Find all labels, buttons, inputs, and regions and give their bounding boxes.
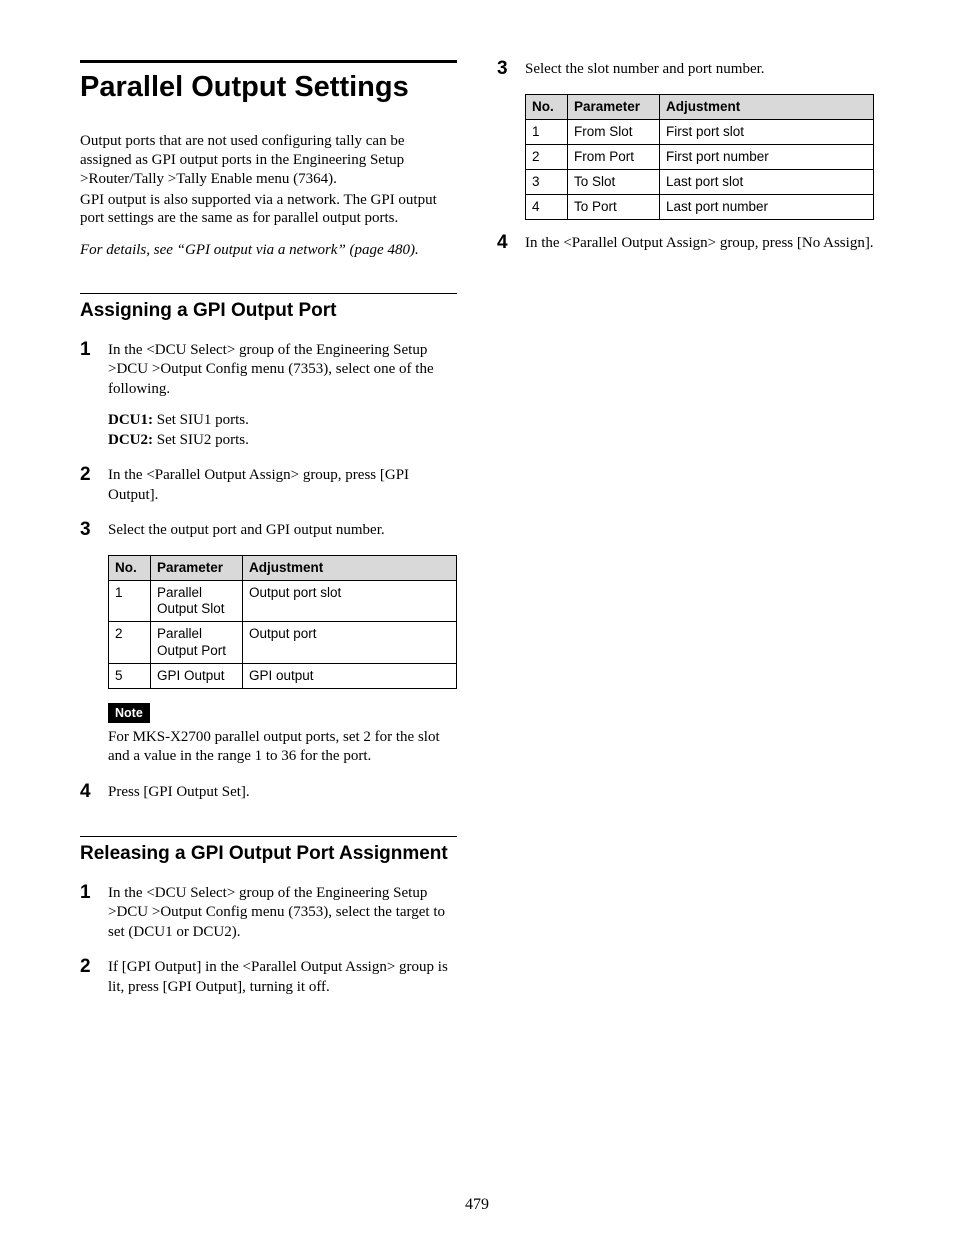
cell-no: 4 — [526, 195, 568, 220]
assign-step-4: Press [GPI Output Set]. — [80, 783, 457, 803]
note-label: Note — [108, 703, 150, 723]
table-row: 1 Parallel Output Slot Output port slot — [109, 581, 457, 622]
cell-adj: Last port slot — [660, 170, 874, 195]
cross-reference: For details, see “GPI output via a netwo… — [80, 242, 457, 259]
table-row: 5 GPI Output GPI output — [109, 663, 457, 688]
dcu2-text: Set SIU2 ports. — [153, 432, 249, 448]
release-param-table: No. Parameter Adjustment 1 From Slot Fir… — [525, 94, 874, 221]
cell-param: GPI Output — [151, 663, 243, 688]
cell-no: 2 — [109, 622, 151, 663]
th-param: Parameter — [151, 555, 243, 580]
cell-param: Parallel Output Port — [151, 622, 243, 663]
cell-adj: Output port — [243, 622, 457, 663]
cell-no: 1 — [526, 119, 568, 144]
section-heading-release: Releasing a GPI Output Port Assignment — [80, 843, 457, 866]
cell-param: From Port — [568, 144, 660, 169]
cell-no: 5 — [109, 663, 151, 688]
dcu-options: DCU1: Set SIU1 ports. DCU2: Set SIU2 por… — [108, 411, 457, 450]
step-text: Select the slot number and port number. — [525, 61, 765, 77]
table-row: 2 From Port First port number — [526, 144, 874, 169]
intro-paragraph-1: Output ports that are not used configuri… — [80, 132, 457, 188]
cell-no: 3 — [526, 170, 568, 195]
release-step-1: In the <DCU Select> group of the Enginee… — [80, 884, 457, 943]
section-rule — [80, 293, 457, 294]
left-column: Parallel Output Settings Output ports th… — [80, 60, 457, 1013]
step-text: If [GPI Output] in the <Parallel Output … — [108, 959, 448, 995]
release-steps-left: In the <DCU Select> group of the Enginee… — [80, 884, 457, 998]
release-step-3: 3 Select the slot number and port number… — [497, 60, 874, 220]
cell-param: To Slot — [568, 170, 660, 195]
table-row: 3 To Slot Last port slot — [526, 170, 874, 195]
th-adj: Adjustment — [660, 94, 874, 119]
th-param: Parameter — [568, 94, 660, 119]
table-row: 1 From Slot First port slot — [526, 119, 874, 144]
table-row: 4 To Port Last port number — [526, 195, 874, 220]
release-step-2: If [GPI Output] in the <Parallel Output … — [80, 958, 457, 997]
step-text: Select the output port and GPI output nu… — [108, 522, 385, 538]
assign-step-3: Select the output port and GPI output nu… — [80, 521, 457, 766]
th-no: No. — [526, 94, 568, 119]
note-text: For MKS-X2700 parallel output ports, set… — [108, 728, 457, 767]
step-text: In the <Parallel Output Assign> group, p… — [108, 467, 409, 503]
cell-no: 1 — [109, 581, 151, 622]
dcu2-label: DCU2: — [108, 432, 153, 448]
cell-adj: First port slot — [660, 119, 874, 144]
cell-param: From Slot — [568, 119, 660, 144]
cell-adj: Last port number — [660, 195, 874, 220]
cell-adj: Output port slot — [243, 581, 457, 622]
step-number: 4 — [497, 231, 508, 256]
right-column: 3 Select the slot number and port number… — [497, 60, 874, 1013]
step-text: In the <Parallel Output Assign> group, p… — [525, 235, 874, 251]
page-title: Parallel Output Settings — [80, 71, 457, 104]
step-text: Press [GPI Output Set]. — [108, 784, 250, 800]
cell-param: Parallel Output Slot — [151, 581, 243, 622]
th-adj: Adjustment — [243, 555, 457, 580]
assign-step-1: In the <DCU Select> group of the Enginee… — [80, 341, 457, 451]
section-heading-assign: Assigning a GPI Output Port — [80, 300, 457, 323]
cell-no: 2 — [526, 144, 568, 169]
section-rule — [80, 836, 457, 837]
th-no: No. — [109, 555, 151, 580]
intro-paragraph-2: GPI output is also supported via a netwo… — [80, 191, 457, 229]
table-row: 2 Parallel Output Port Output port — [109, 622, 457, 663]
step-text: In the <DCU Select> group of the Enginee… — [108, 342, 434, 397]
step-text: In the <DCU Select> group of the Enginee… — [108, 885, 445, 940]
dcu1-text: Set SIU1 ports. — [153, 412, 249, 428]
assign-steps: In the <DCU Select> group of the Enginee… — [80, 341, 457, 802]
step-number: 3 — [497, 57, 508, 82]
assign-param-table: No. Parameter Adjustment 1 Parallel Outp… — [108, 555, 457, 689]
cell-param: To Port — [568, 195, 660, 220]
title-rule — [80, 60, 457, 63]
assign-step-2: In the <Parallel Output Assign> group, p… — [80, 466, 457, 505]
release-step-4: 4 In the <Parallel Output Assign> group,… — [497, 234, 874, 254]
cell-adj: First port number — [660, 144, 874, 169]
dcu1-label: DCU1: — [108, 412, 153, 428]
page-number: 479 — [0, 1196, 954, 1214]
cell-adj: GPI output — [243, 663, 457, 688]
